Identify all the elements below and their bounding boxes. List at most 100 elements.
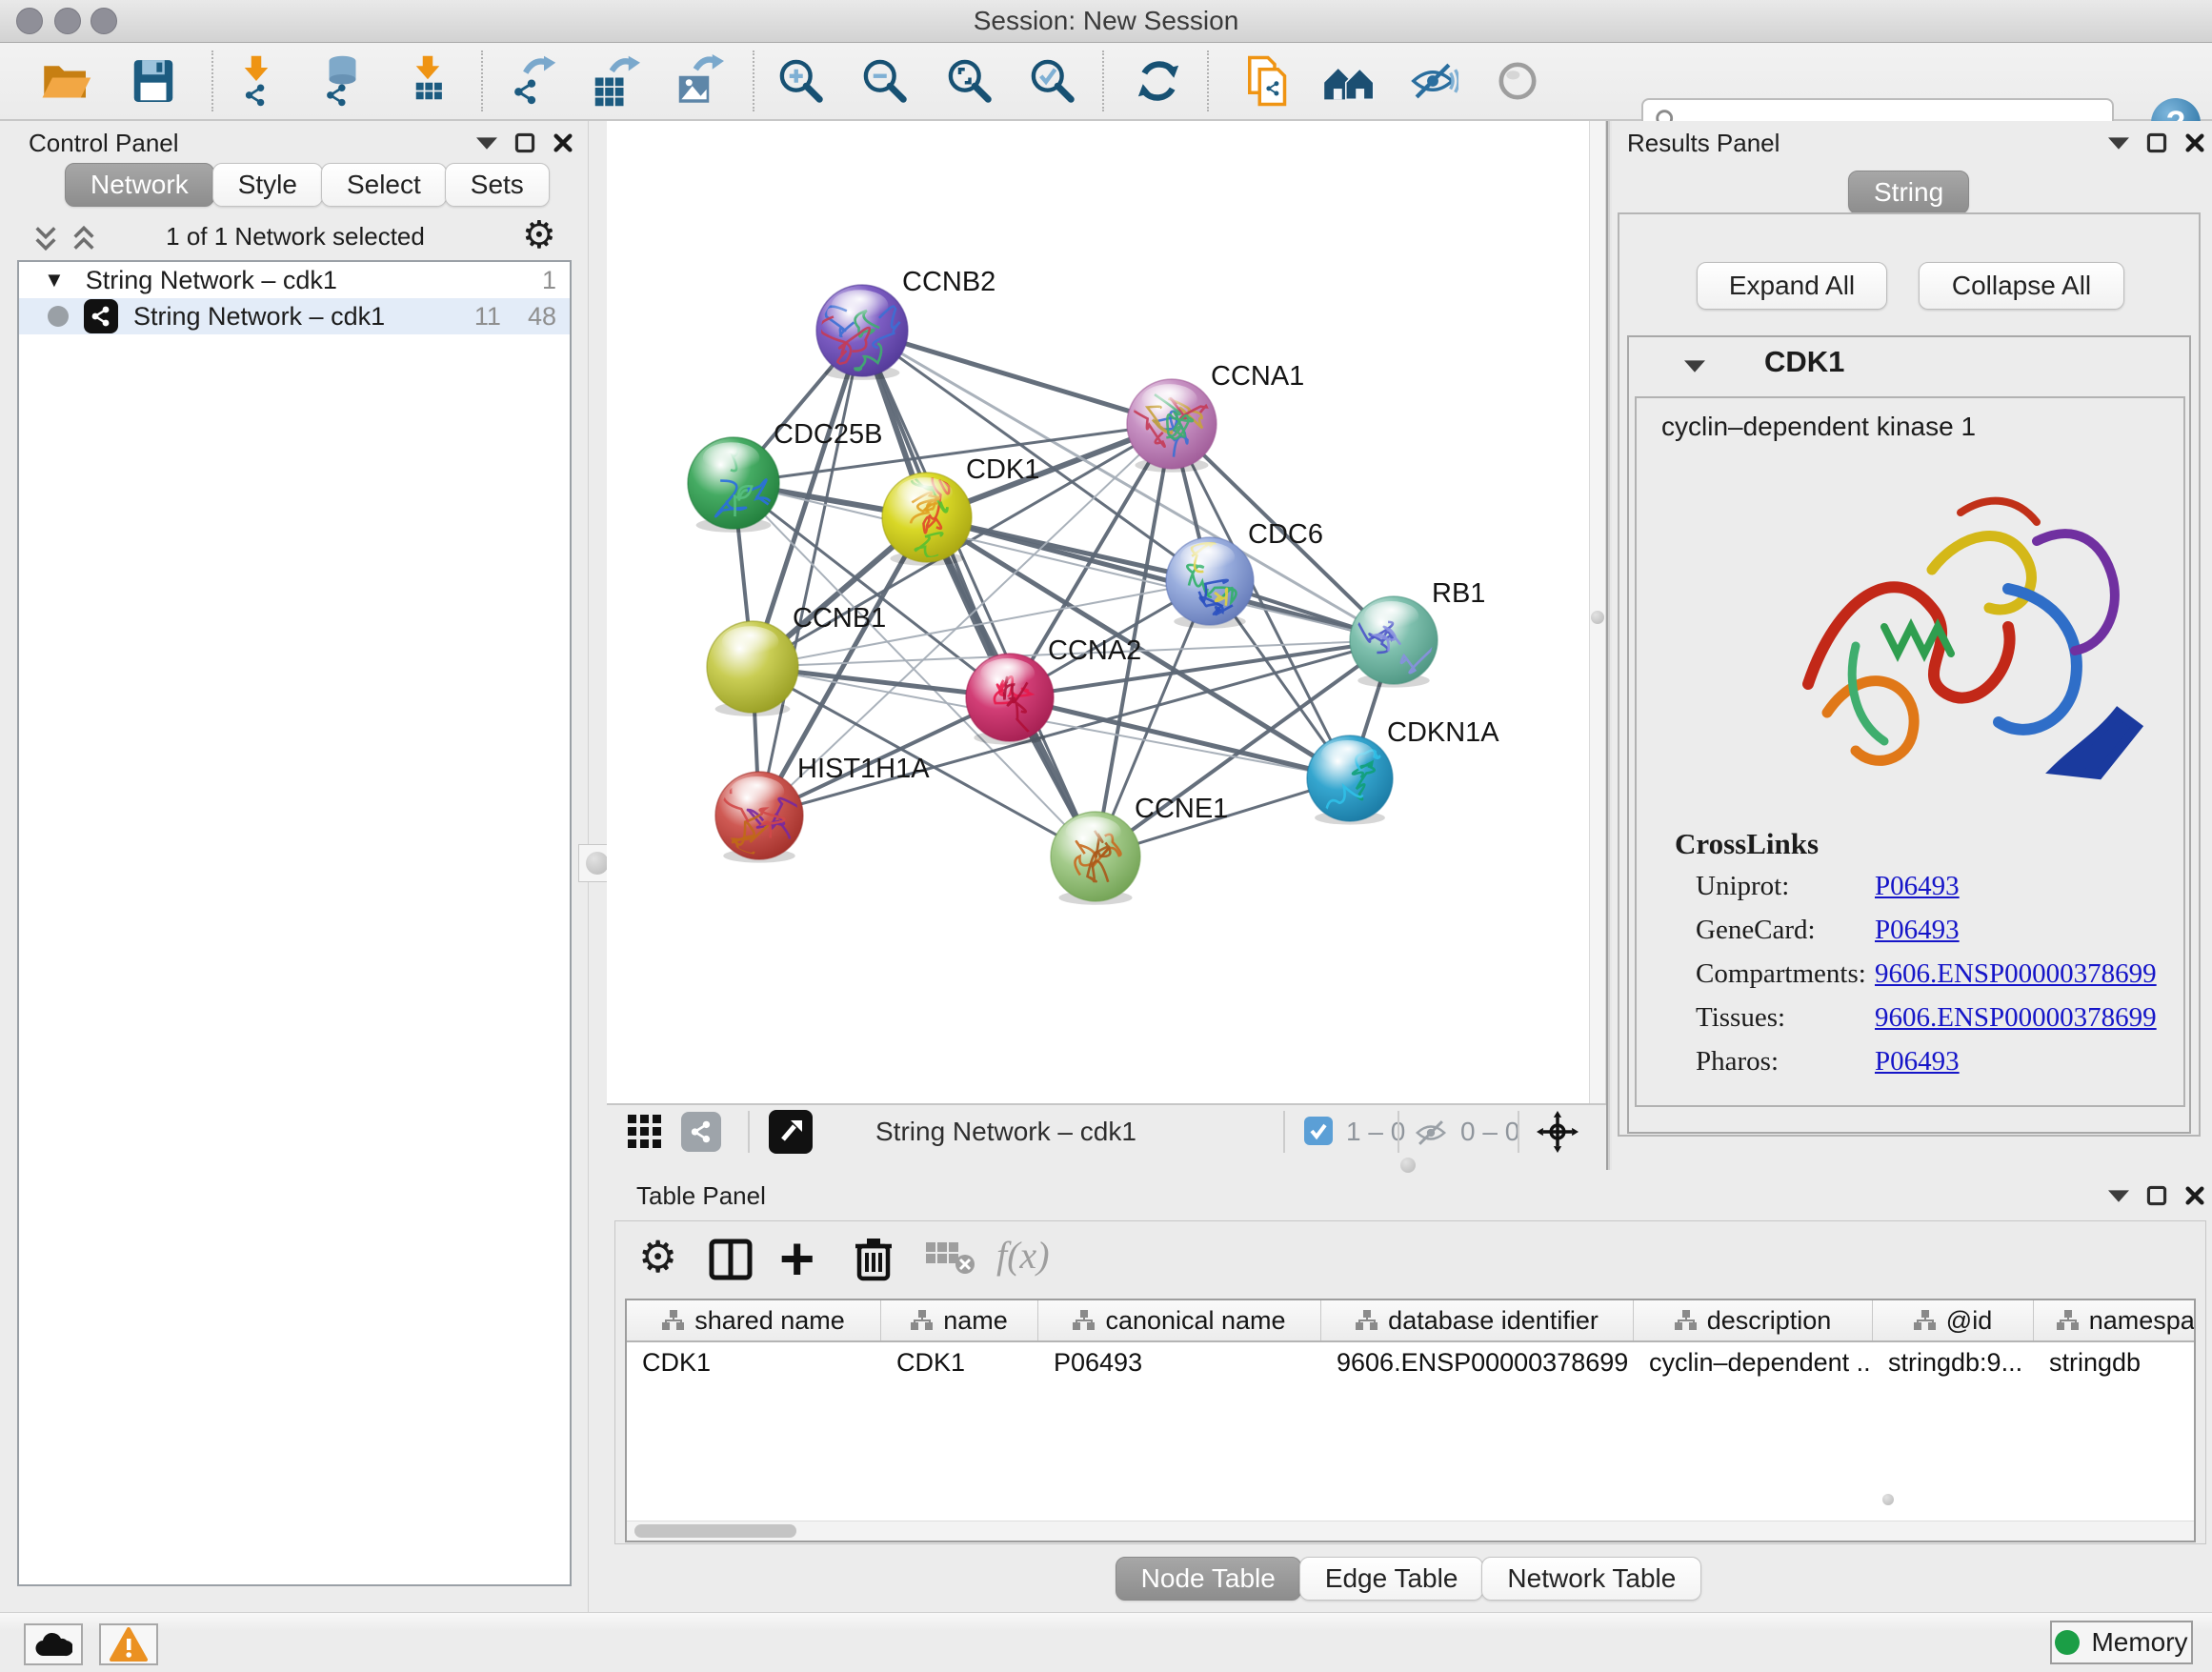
crosslink-link[interactable]: 9606.ENSP00000378699 [1875, 1002, 2157, 1034]
cloud-button[interactable] [24, 1623, 83, 1665]
table-cell[interactable]: cyclin–dependent ... [1634, 1342, 1873, 1382]
tab-network[interactable]: Network [65, 163, 214, 207]
fit-content-button[interactable] [942, 52, 997, 110]
network-node-HIST1H1A[interactable]: HIST1H1A [715, 754, 930, 863]
node-label: CDC25B [774, 419, 882, 450]
network-node-CDKN1A[interactable]: CDKN1A [1307, 717, 1499, 828]
show-all-button[interactable] [1490, 52, 1545, 110]
zoom-out-button[interactable] [857, 52, 913, 110]
network-selection-summary: 1 of 1 Network selected [105, 222, 486, 252]
network-node-CCNA1[interactable]: CCNA1 [1127, 361, 1304, 473]
network-edge-count: 48 [528, 302, 556, 332]
add-column-icon[interactable]: + [779, 1223, 814, 1294]
panel-float-icon[interactable] [2146, 132, 2167, 153]
network-options-gear-icon[interactable]: ⚙ [522, 216, 556, 254]
gene-collapse-caret-icon[interactable] [1684, 360, 1705, 373]
pan-crosshair-icon[interactable] [1537, 1111, 1579, 1153]
panel-float-icon[interactable] [2146, 1185, 2167, 1206]
crosslink-link[interactable]: P06493 [1875, 871, 1960, 902]
network-collection-row[interactable]: ▼ String Network – cdk1 1 [19, 262, 570, 298]
save-session-button[interactable] [126, 52, 181, 110]
export-table-button[interactable] [586, 52, 641, 110]
collapse-all-chevrons-icon[interactable] [70, 224, 97, 252]
function-builder-icon[interactable]: f(x) [996, 1233, 1050, 1278]
column-header-database-identifier[interactable]: database identifier [1321, 1300, 1634, 1340]
column-header-name[interactable]: name [881, 1300, 1038, 1340]
table-cell[interactable]: CDK1 [627, 1342, 881, 1382]
open-session-button[interactable] [38, 52, 93, 110]
panel-close-icon[interactable] [2184, 132, 2205, 153]
export-network-button[interactable] [503, 52, 558, 110]
tab-network-table[interactable]: Network Table [1481, 1557, 1701, 1601]
tab-string[interactable]: String [1848, 171, 1969, 214]
table-horizontal-scrollbar[interactable] [627, 1521, 2194, 1541]
panel-menu-caret-icon[interactable] [2108, 1190, 2129, 1202]
zoom-selected-button[interactable] [1025, 52, 1080, 110]
expand-all-chevrons-icon[interactable] [32, 224, 59, 252]
birdseye-view-icon[interactable] [769, 1110, 813, 1154]
table-cell[interactable]: 9606.ENSP00000378699 [1321, 1342, 1634, 1382]
houses-icon [1321, 57, 1377, 105]
crosslink-link[interactable]: 9606.ENSP00000378699 [1875, 958, 2157, 990]
tree-column-icon [1073, 1310, 1096, 1331]
table-row[interactable]: CDK1CDK1P064939606.ENSP00000378699cyclin… [627, 1342, 2194, 1382]
export-image-button[interactable] [670, 52, 725, 110]
tab-select[interactable]: Select [321, 163, 447, 207]
table-cell[interactable]: stringdb [2034, 1342, 2196, 1382]
panel-close-icon[interactable] [553, 132, 573, 153]
crosslink-link[interactable]: P06493 [1875, 1046, 1960, 1078]
refresh-button[interactable] [1131, 52, 1186, 110]
clone-network-button[interactable] [1240, 52, 1296, 110]
home-button[interactable] [1321, 52, 1377, 110]
crosslink-link[interactable]: P06493 [1875, 915, 1960, 946]
show-columns-icon[interactable] [709, 1239, 753, 1280]
import-network-database-button[interactable] [312, 52, 367, 110]
panel-close-icon[interactable] [2184, 1185, 2205, 1206]
column-header-description[interactable]: description [1634, 1300, 1873, 1340]
scrollbar-thumb[interactable] [1591, 611, 1604, 624]
zoom-in-button[interactable] [774, 52, 829, 110]
table-splitter-handle[interactable] [1400, 1158, 1416, 1173]
collection-expand-triangle-icon[interactable]: ▼ [44, 268, 65, 292]
collapse-all-button[interactable]: Collapse All [1919, 262, 2124, 310]
delete-table-icon[interactable] [926, 1242, 975, 1277]
tab-edge-table[interactable]: Edge Table [1299, 1557, 1484, 1601]
network-node-RB1[interactable]: RB1 [1345, 578, 1485, 688]
selected-checkbox-icon[interactable] [1304, 1117, 1333, 1145]
column-header-label: namespace [2089, 1306, 2196, 1336]
network-node-CDC6[interactable]: CDC6 [1166, 519, 1323, 629]
table-cell[interactable]: stringdb:9... [1873, 1342, 2034, 1382]
column-header-@id[interactable]: @id [1873, 1300, 2034, 1340]
panel-menu-caret-icon[interactable] [2108, 137, 2129, 150]
memory-button[interactable]: Memory [2050, 1621, 2193, 1664]
panel-float-icon[interactable] [514, 132, 535, 153]
table-options-gear-icon[interactable]: ⚙ [638, 1235, 677, 1279]
expand-all-button[interactable]: Expand All [1697, 262, 1887, 310]
network-view-badge-icon[interactable] [681, 1112, 721, 1152]
delete-column-trash-icon[interactable] [854, 1237, 894, 1282]
panel-menu-caret-icon[interactable] [476, 137, 497, 150]
warnings-button[interactable] [99, 1623, 158, 1665]
tab-sets[interactable]: Sets [445, 163, 550, 207]
column-header-namespace[interactable]: namespace [2034, 1300, 2196, 1340]
network-node-CDC25B[interactable]: CDC25B [688, 412, 882, 532]
scrollbar-thumb[interactable] [634, 1524, 796, 1538]
hide-selected-button[interactable] [1405, 52, 1460, 110]
import-table-file-button[interactable] [400, 52, 455, 110]
tree-column-icon [662, 1310, 685, 1331]
column-header-canonical-name[interactable]: canonical name [1038, 1300, 1321, 1340]
network-node-CDK1[interactable]: CDK1 [882, 454, 1039, 566]
column-header-shared-name[interactable]: shared name [627, 1300, 881, 1340]
tab-style[interactable]: Style [212, 163, 323, 207]
tab-node-table[interactable]: Node Table [1116, 1557, 1301, 1601]
grid-mode-icon[interactable] [628, 1115, 662, 1149]
network-row-selected[interactable]: String Network – cdk1 11 48 [19, 298, 570, 334]
table-cell[interactable]: P06493 [1038, 1342, 1321, 1382]
network-vertical-scrollbar[interactable] [1589, 121, 1606, 1103]
network-canvas[interactable]: CCNB2CCNA1CDC25BCDK1CDC6RB1CCNB1CCNA2CDK… [607, 121, 1589, 1103]
network-node-CCNE1[interactable]: CCNE1 [1051, 794, 1228, 905]
network-node-CCNB1[interactable]: CCNB1 [707, 603, 886, 716]
table-cell[interactable]: CDK1 [881, 1342, 1038, 1382]
hidden-eye-slash-icon[interactable] [1413, 1115, 1449, 1151]
import-network-file-button[interactable] [229, 52, 284, 110]
